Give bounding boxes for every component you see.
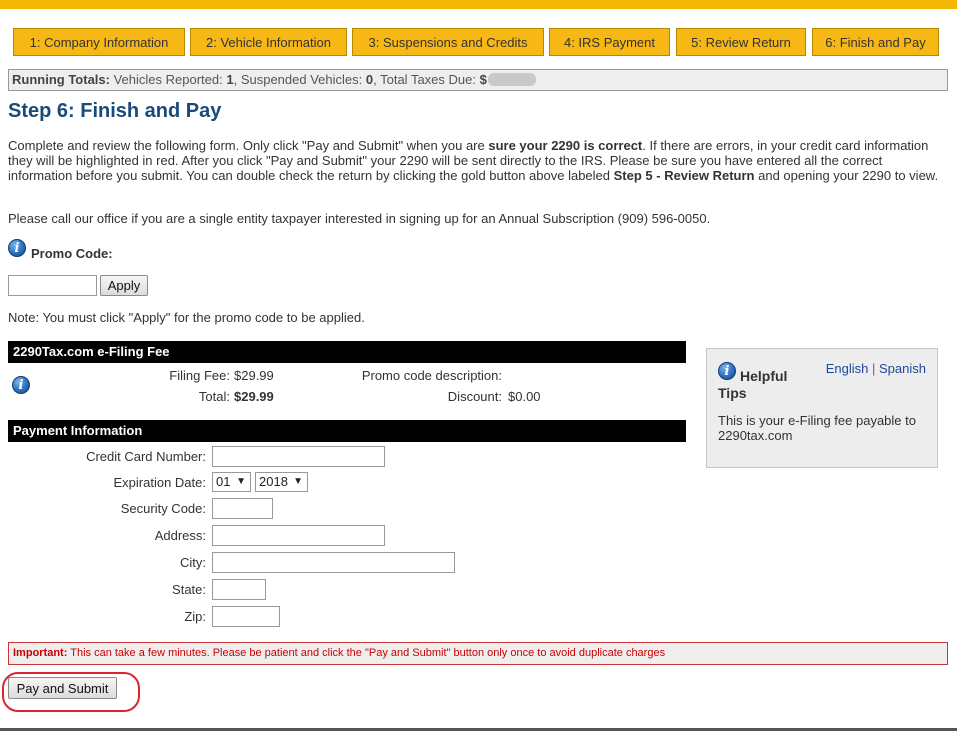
expiration-year-value: 2018	[259, 474, 288, 489]
info-icon[interactable]: i	[12, 376, 30, 394]
promo-code-input[interactable]	[8, 275, 97, 296]
intro-text-1: Complete and review the following form. …	[8, 138, 489, 153]
promo-note: Note: You must click "Apply" for the pro…	[8, 310, 365, 325]
credit-card-input[interactable]	[212, 446, 385, 467]
promo-code-label: Promo Code:	[31, 246, 113, 261]
english-link[interactable]: English	[826, 361, 869, 376]
helpful-tips-title: Helpful Tips	[718, 368, 788, 401]
top-accent-bar	[0, 0, 957, 9]
info-icon[interactable]: i	[8, 239, 26, 257]
city-label: City:	[180, 555, 206, 570]
payment-section-header: Payment Information	[8, 420, 686, 442]
tab-review-return[interactable]: 5: Review Return	[676, 28, 806, 56]
total-label: Total:	[198, 389, 230, 404]
address-label: Address:	[154, 528, 206, 543]
promo-description-label: Promo code description:	[361, 368, 502, 383]
language-links: English | Spanish	[826, 361, 926, 376]
spanish-link[interactable]: Spanish	[879, 361, 926, 376]
discount-label: Discount:	[447, 389, 502, 404]
total-taxes-prefix: $	[479, 72, 487, 87]
subscription-call-text: Please call our office if you are a sing…	[8, 211, 711, 226]
running-totals-label: Running Totals:	[12, 72, 110, 87]
zip-label: Zip:	[184, 609, 206, 624]
tab-vehicle-information[interactable]: 2: Vehicle Information	[190, 28, 347, 56]
expiration-year-select[interactable]: 2018 ▼	[255, 472, 308, 492]
page-title: Step 6: Finish and Pay	[8, 100, 222, 122]
zip-input[interactable]	[212, 606, 280, 627]
vehicles-reported-label: Vehicles Reported:	[113, 72, 223, 87]
city-input[interactable]	[212, 552, 455, 573]
helpful-tips-text: This is your e-Filing fee payable to 229…	[718, 413, 916, 443]
suspended-vehicles-value: 0	[365, 72, 374, 87]
total-taxes-label: Total Taxes Due:	[380, 72, 476, 87]
security-code-input[interactable]	[212, 498, 273, 519]
helpful-tips-box: i Helpful Tips English | Spanish This is…	[706, 348, 938, 468]
expiration-month-select[interactable]: 01 ▼	[212, 472, 251, 492]
important-label: Important:	[13, 647, 68, 659]
intro-paragraph: Complete and review the following form. …	[8, 138, 948, 183]
step-tabs: 1: Company Information 2: Vehicle Inform…	[0, 28, 957, 58]
state-input[interactable]	[212, 579, 266, 600]
redacted-amount	[487, 73, 536, 86]
chevron-down-icon: ▼	[236, 476, 246, 487]
expiration-month-value: 01	[216, 474, 231, 489]
state-label: State:	[172, 582, 206, 597]
filing-fee-label: Filing Fee:	[169, 368, 230, 383]
running-totals: Running Totals: Vehicles Reported: 1, Su…	[8, 69, 948, 91]
fee-section-header: 2290Tax.com e-Filing Fee	[8, 341, 686, 363]
chevron-down-icon: ▼	[293, 476, 303, 487]
language-separator: |	[872, 361, 876, 376]
address-input[interactable]	[212, 525, 385, 546]
tab-company-information[interactable]: 1: Company Information	[13, 28, 185, 56]
intro-text-3: and opening your 2290 to view.	[754, 168, 939, 183]
suspended-vehicles-label: Suspended Vehicles:	[240, 72, 363, 87]
credit-card-label: Credit Card Number:	[86, 449, 206, 464]
apply-button[interactable]: Apply	[100, 275, 148, 296]
important-text: This can take a few minutes. Please be p…	[67, 647, 666, 659]
discount-value: $0.00	[508, 389, 541, 404]
tab-finish-and-pay[interactable]: 6: Finish and Pay	[812, 28, 939, 56]
intro-bold-1: sure your 2290 is correct	[488, 138, 643, 153]
tab-irs-payment[interactable]: 4: IRS Payment	[549, 28, 670, 56]
total-value: $29.99	[234, 389, 274, 404]
filing-fee-value: $29.99	[234, 368, 274, 383]
vehicles-reported-value: 1	[226, 72, 234, 87]
security-code-label: Security Code:	[120, 501, 206, 516]
intro-bold-2: Step 5 - Review Return	[613, 168, 755, 183]
important-notice: Important: This can take a few minutes. …	[8, 642, 948, 665]
expiration-date-label: Expiration Date:	[113, 475, 207, 490]
tab-suspensions-and-credits[interactable]: 3: Suspensions and Credits	[352, 28, 544, 56]
pay-and-submit-button[interactable]: Pay and Submit	[8, 677, 117, 699]
